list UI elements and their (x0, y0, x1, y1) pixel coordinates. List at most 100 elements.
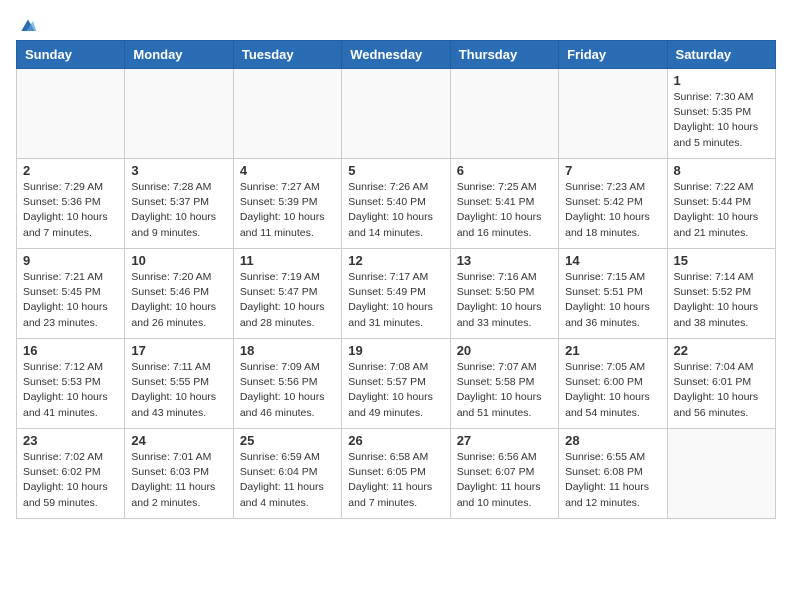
day-info: Sunrise: 7:30 AM Sunset: 5:35 PM Dayligh… (674, 90, 769, 151)
calendar-cell: 14 Sunrise: 7:15 AM Sunset: 5:51 PM Dayli… (559, 249, 667, 339)
calendar-cell (559, 69, 667, 159)
logo-icon (18, 16, 38, 36)
calendar-header-row: SundayMondayTuesdayWednesdayThursdayFrid… (17, 41, 776, 69)
calendar-cell: 23 Sunrise: 7:02 AM Sunset: 6:02 PM Dayli… (17, 429, 125, 519)
calendar-cell: 22 Sunrise: 7:04 AM Sunset: 6:01 PM Dayli… (667, 339, 775, 429)
day-info: Sunrise: 7:01 AM Sunset: 6:03 PM Dayligh… (131, 450, 226, 511)
day-info: Sunrise: 7:25 AM Sunset: 5:41 PM Dayligh… (457, 180, 552, 241)
day-number: 22 (674, 343, 769, 358)
weekday-header-saturday: Saturday (667, 41, 775, 69)
calendar-week-2: 2 Sunrise: 7:29 AM Sunset: 5:36 PM Daylig… (17, 159, 776, 249)
day-info: Sunrise: 7:12 AM Sunset: 5:53 PM Dayligh… (23, 360, 118, 421)
day-info: Sunrise: 7:29 AM Sunset: 5:36 PM Dayligh… (23, 180, 118, 241)
day-number: 5 (348, 163, 443, 178)
logo (16, 16, 38, 32)
calendar-cell: 26 Sunrise: 6:58 AM Sunset: 6:05 PM Dayli… (342, 429, 450, 519)
day-number: 26 (348, 433, 443, 448)
calendar-cell: 5 Sunrise: 7:26 AM Sunset: 5:40 PM Daylig… (342, 159, 450, 249)
day-number: 21 (565, 343, 660, 358)
calendar: SundayMondayTuesdayWednesdayThursdayFrid… (16, 40, 776, 519)
day-info: Sunrise: 7:02 AM Sunset: 6:02 PM Dayligh… (23, 450, 118, 511)
day-info: Sunrise: 7:04 AM Sunset: 6:01 PM Dayligh… (674, 360, 769, 421)
calendar-cell: 11Sunrise: 7:19 AM Sunset: 5:47 PM Dayli… (233, 249, 341, 339)
weekday-header-thursday: Thursday (450, 41, 558, 69)
day-info: Sunrise: 7:16 AM Sunset: 5:50 PM Dayligh… (457, 270, 552, 331)
calendar-cell: 12 Sunrise: 7:17 AM Sunset: 5:49 PM Dayli… (342, 249, 450, 339)
calendar-week-3: 9Sunrise: 7:21 AM Sunset: 5:45 PM Daylig… (17, 249, 776, 339)
calendar-cell (450, 69, 558, 159)
day-number: 1 (674, 73, 769, 88)
calendar-cell: 10 Sunrise: 7:20 AM Sunset: 5:46 PM Dayli… (125, 249, 233, 339)
weekday-header-wednesday: Wednesday (342, 41, 450, 69)
calendar-cell (125, 69, 233, 159)
calendar-week-5: 23 Sunrise: 7:02 AM Sunset: 6:02 PM Dayli… (17, 429, 776, 519)
day-info: Sunrise: 7:14 AM Sunset: 5:52 PM Dayligh… (674, 270, 769, 331)
day-info: Sunrise: 6:58 AM Sunset: 6:05 PM Dayligh… (348, 450, 443, 511)
day-number: 25 (240, 433, 335, 448)
calendar-cell: 9Sunrise: 7:21 AM Sunset: 5:45 PM Daylig… (17, 249, 125, 339)
calendar-cell: 7 Sunrise: 7:23 AM Sunset: 5:42 PM Daylig… (559, 159, 667, 249)
calendar-cell (233, 69, 341, 159)
calendar-cell: 25 Sunrise: 6:59 AM Sunset: 6:04 PM Dayli… (233, 429, 341, 519)
page-header (16, 16, 776, 32)
day-number: 17 (131, 343, 226, 358)
calendar-cell: 8 Sunrise: 7:22 AM Sunset: 5:44 PM Daylig… (667, 159, 775, 249)
calendar-cell (17, 69, 125, 159)
day-number: 3 (131, 163, 226, 178)
day-number: 6 (457, 163, 552, 178)
calendar-cell: 4 Sunrise: 7:27 AM Sunset: 5:39 PM Daylig… (233, 159, 341, 249)
day-number: 28 (565, 433, 660, 448)
day-number: 12 (348, 253, 443, 268)
day-info: Sunrise: 7:11 AM Sunset: 5:55 PM Dayligh… (131, 360, 226, 421)
day-info: Sunrise: 7:26 AM Sunset: 5:40 PM Dayligh… (348, 180, 443, 241)
calendar-cell: 18 Sunrise: 7:09 AM Sunset: 5:56 PM Dayli… (233, 339, 341, 429)
day-info: Sunrise: 7:22 AM Sunset: 5:44 PM Dayligh… (674, 180, 769, 241)
day-info: Sunrise: 7:09 AM Sunset: 5:56 PM Dayligh… (240, 360, 335, 421)
weekday-header-tuesday: Tuesday (233, 41, 341, 69)
day-info: Sunrise: 6:59 AM Sunset: 6:04 PM Dayligh… (240, 450, 335, 511)
day-number: 9 (23, 253, 118, 268)
weekday-header-sunday: Sunday (17, 41, 125, 69)
calendar-cell: 21 Sunrise: 7:05 AM Sunset: 6:00 PM Dayli… (559, 339, 667, 429)
day-info: Sunrise: 7:23 AM Sunset: 5:42 PM Dayligh… (565, 180, 660, 241)
day-info: Sunrise: 7:15 AM Sunset: 5:51 PM Dayligh… (565, 270, 660, 331)
day-number: 10 (131, 253, 226, 268)
day-info: Sunrise: 7:17 AM Sunset: 5:49 PM Dayligh… (348, 270, 443, 331)
day-number: 7 (565, 163, 660, 178)
calendar-cell: 28 Sunrise: 6:55 AM Sunset: 6:08 PM Dayli… (559, 429, 667, 519)
calendar-cell (667, 429, 775, 519)
day-number: 14 (565, 253, 660, 268)
day-info: Sunrise: 7:05 AM Sunset: 6:00 PM Dayligh… (565, 360, 660, 421)
day-number: 27 (457, 433, 552, 448)
day-number: 8 (674, 163, 769, 178)
calendar-cell: 3 Sunrise: 7:28 AM Sunset: 5:37 PM Daylig… (125, 159, 233, 249)
day-number: 2 (23, 163, 118, 178)
day-number: 4 (240, 163, 335, 178)
day-number: 24 (131, 433, 226, 448)
weekday-header-friday: Friday (559, 41, 667, 69)
day-info: Sunrise: 7:19 AM Sunset: 5:47 PM Dayligh… (240, 270, 335, 331)
day-number: 13 (457, 253, 552, 268)
day-number: 18 (240, 343, 335, 358)
day-info: Sunrise: 7:27 AM Sunset: 5:39 PM Dayligh… (240, 180, 335, 241)
calendar-cell: 27 Sunrise: 6:56 AM Sunset: 6:07 PM Dayli… (450, 429, 558, 519)
calendar-cell: 16 Sunrise: 7:12 AM Sunset: 5:53 PM Dayli… (17, 339, 125, 429)
day-number: 19 (348, 343, 443, 358)
day-number: 15 (674, 253, 769, 268)
day-info: Sunrise: 6:56 AM Sunset: 6:07 PM Dayligh… (457, 450, 552, 511)
weekday-header-monday: Monday (125, 41, 233, 69)
day-info: Sunrise: 7:28 AM Sunset: 5:37 PM Dayligh… (131, 180, 226, 241)
day-info: Sunrise: 7:20 AM Sunset: 5:46 PM Dayligh… (131, 270, 226, 331)
calendar-week-4: 16 Sunrise: 7:12 AM Sunset: 5:53 PM Dayli… (17, 339, 776, 429)
day-info: Sunrise: 6:55 AM Sunset: 6:08 PM Dayligh… (565, 450, 660, 511)
day-number: 20 (457, 343, 552, 358)
calendar-cell: 1 Sunrise: 7:30 AM Sunset: 5:35 PM Daylig… (667, 69, 775, 159)
calendar-cell: 15 Sunrise: 7:14 AM Sunset: 5:52 PM Dayli… (667, 249, 775, 339)
calendar-cell: 2 Sunrise: 7:29 AM Sunset: 5:36 PM Daylig… (17, 159, 125, 249)
calendar-cell: 19Sunrise: 7:08 AM Sunset: 5:57 PM Dayli… (342, 339, 450, 429)
day-number: 23 (23, 433, 118, 448)
calendar-cell: 6 Sunrise: 7:25 AM Sunset: 5:41 PM Daylig… (450, 159, 558, 249)
calendar-cell: 20 Sunrise: 7:07 AM Sunset: 5:58 PM Dayli… (450, 339, 558, 429)
day-number: 16 (23, 343, 118, 358)
day-info: Sunrise: 7:07 AM Sunset: 5:58 PM Dayligh… (457, 360, 552, 421)
